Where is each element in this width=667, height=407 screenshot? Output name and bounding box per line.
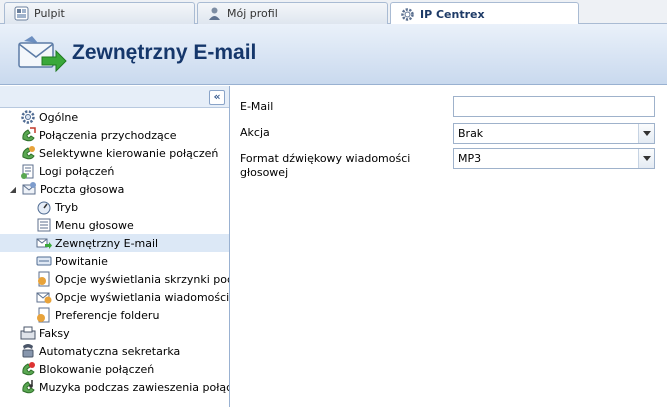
sidebar-item-menu-glosowe[interactable]: Menu głosowe: [0, 216, 229, 234]
sidebar-item-ogolne[interactable]: Ogólne: [0, 108, 229, 126]
sidebar-item-muzyka[interactable]: Muzyka podczas zawieszenia połączer: [0, 378, 229, 396]
block-call-icon: [20, 361, 36, 377]
sidebar-item-label: Opcje wyświetlania wiadomości: [55, 290, 229, 304]
answering-machine-icon: [20, 343, 36, 359]
sidebar-item-opcje-wiadomosci[interactable]: Opcje wyświetlania wiadomości: [0, 288, 229, 306]
sidebar-item-label: Menu głosowe: [55, 218, 134, 232]
sidebar-item-powitanie[interactable]: Powitanie: [0, 252, 229, 270]
chevron-down-icon[interactable]: [638, 149, 654, 168]
tab-label: Pulpit: [34, 7, 65, 20]
greeting-icon: [36, 253, 52, 269]
sidebar-item-label: Powitanie: [55, 254, 108, 268]
sidebar-item-label: Tryb: [55, 200, 79, 214]
email-label: E-Mail: [240, 100, 274, 113]
page-title: Zewnętrzny E-mail: [72, 41, 257, 64]
collapse-arrow-icon[interactable]: ◢: [8, 185, 18, 194]
mode-icon: [36, 199, 52, 215]
gear-icon: [400, 7, 415, 22]
settings-form: E-Mail Akcja Brak Format dźwiękowy wiado…: [232, 86, 667, 407]
menu-icon: [36, 217, 52, 233]
incoming-call-icon: [20, 127, 36, 143]
collapse-sidebar-button[interactable]: «: [209, 90, 225, 105]
sidebar-item-label: Selektywne kierowanie połączeń: [39, 146, 219, 160]
email-icon: [36, 235, 52, 251]
sidebar-item-label: Opcje wyświetlania skrzynki poczto: [55, 272, 229, 286]
tab-label: IP Centrex: [420, 7, 485, 21]
sidebar-item-label: Blokowanie połączeń: [39, 362, 155, 376]
sidebar-item-label: Zewnętrzny E-mail: [55, 236, 159, 250]
sidebar-item-faksy[interactable]: Faksy: [0, 324, 229, 342]
sidebar: « Ogólne Połączenia przychodzące Selekty…: [0, 86, 230, 407]
folder-icon: [36, 307, 52, 323]
tab-label: Mój profil: [227, 7, 278, 20]
action-select[interactable]: Brak: [453, 123, 655, 144]
sidebar-item-polaczenia-przychodzace[interactable]: Połączenia przychodzące: [0, 126, 229, 144]
format-value: MP3: [458, 152, 482, 165]
sidebar-item-preferencje-folderu[interactable]: Preferencje folderu: [0, 306, 229, 324]
sidebar-item-tryb[interactable]: Tryb: [0, 198, 229, 216]
sidebar-item-zewnetrzny-email[interactable]: Zewnętrzny E-mail: [0, 234, 229, 252]
chevron-down-icon[interactable]: [638, 124, 654, 143]
sidebar-item-automatyczna-sekretarka[interactable]: Automatyczna sekretarka: [0, 342, 229, 360]
sidebar-toolbar: «: [0, 86, 229, 108]
sidebar-item-label: Preferencje folderu: [55, 308, 160, 322]
user-icon: [207, 6, 222, 21]
gear-icon: [20, 109, 36, 125]
mailbox-display-icon: [36, 271, 52, 287]
message-display-icon: [36, 289, 52, 305]
tab-bar: Pulpit Mój profil IP Centrex: [0, 0, 667, 25]
sidebar-item-label: Poczta głosowa: [40, 182, 125, 196]
voicemail-icon: [21, 181, 37, 197]
sidebar-item-label: Ogólne: [39, 110, 79, 124]
sidebar-item-poczta-glosowa[interactable]: ◢ Poczta głosowa: [0, 180, 229, 198]
email-field[interactable]: [453, 96, 655, 117]
tab-pulpit[interactable]: Pulpit: [4, 2, 195, 24]
sidebar-item-label: Faksy: [39, 326, 70, 340]
sidebar-item-label: Muzyka podczas zawieszenia połączer: [39, 380, 229, 394]
dashboard-icon: [14, 6, 29, 21]
sidebar-item-blokowanie[interactable]: Blokowanie połączeń: [0, 360, 229, 378]
sidebar-item-opcje-skrzynki[interactable]: Opcje wyświetlania skrzynki poczto: [0, 270, 229, 288]
call-log-icon: [20, 163, 36, 179]
fax-icon: [20, 325, 36, 341]
tab-moj-profil[interactable]: Mój profil: [197, 2, 388, 24]
music-icon: [20, 379, 36, 395]
tab-ip-centrex[interactable]: IP Centrex: [390, 2, 579, 25]
format-label: Format dźwiękowy wiadomości głosowej: [240, 152, 411, 179]
action-value: Brak: [458, 127, 484, 140]
routing-icon: [20, 145, 36, 161]
sidebar-item-label: Automatyczna sekretarka: [39, 344, 181, 358]
sidebar-item-label: Połączenia przychodzące: [39, 128, 177, 142]
sidebar-item-selektywne[interactable]: Selektywne kierowanie połączeń: [0, 144, 229, 162]
navigation-tree: Ogólne Połączenia przychodzące Selektywn…: [0, 108, 229, 396]
email-forward-icon: [16, 35, 68, 75]
action-label: Akcja: [240, 126, 270, 139]
sidebar-item-logi[interactable]: Logi połączeń: [0, 162, 229, 180]
sidebar-item-label: Logi połączeń: [39, 164, 115, 178]
page-header: Zewnętrzny E-mail: [0, 24, 667, 85]
format-select[interactable]: MP3: [453, 148, 655, 169]
